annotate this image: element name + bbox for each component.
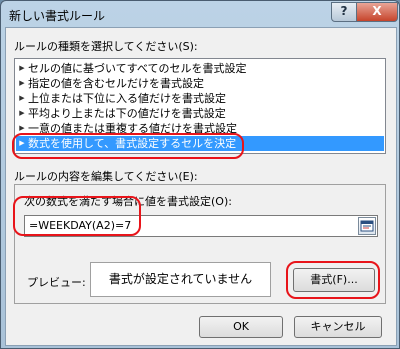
bullet-arrow-icon: ▶	[19, 94, 25, 102]
edit-rule-label: ルールの内容を編集してください(E):	[14, 170, 198, 183]
new-format-rule-dialog: 新しい書式ルール ? X ルールの種類を選択してください(S): ▶ セルの値に基…	[0, 0, 400, 349]
collapse-dialog-button[interactable]	[358, 217, 376, 235]
ok-button[interactable]: OK	[199, 316, 283, 338]
collapse-dialog-icon	[360, 220, 374, 232]
rule-type-item-label: 平均より上または下の値だけを書式設定	[28, 107, 226, 120]
cancel-button[interactable]: キャンセル	[294, 316, 382, 338]
selected-rule-highlight	[12, 133, 244, 159]
dialog-body: ルールの種類を選択してください(S): ▶ セルの値に基づいてすべてのセルを書式設…	[5, 27, 397, 346]
bullet-arrow-icon: ▶	[19, 64, 25, 72]
close-button[interactable]: X	[356, 2, 398, 22]
formula-highlight	[13, 196, 141, 236]
rule-type-label: ルールの種類を選択してください(S):	[14, 40, 198, 53]
title-bar: 新しい書式ルール ? X	[1, 1, 399, 27]
rule-type-item[interactable]: ▶ 上位または下位に入る値だけを書式設定	[16, 91, 384, 106]
rule-type-item[interactable]: ▶ 平均より上または下の値だけを書式設定	[16, 106, 384, 121]
rule-type-item-label: 指定の値を含むセルだけを書式設定	[28, 77, 204, 90]
preview-box: 書式が設定されていません	[90, 262, 271, 297]
bullet-arrow-icon: ▶	[19, 109, 25, 117]
preview-label: プレビュー:	[27, 276, 86, 289]
help-button[interactable]: ?	[331, 2, 357, 22]
dialog-title: 新しい書式ルール	[9, 9, 106, 23]
preview-text: 書式が設定されていません	[108, 272, 253, 286]
bullet-arrow-icon: ▶	[19, 79, 25, 87]
rule-type-item[interactable]: ▶ セルの値に基づいてすべてのセルを書式設定	[16, 61, 384, 76]
rule-type-item[interactable]: ▶ 指定の値を含むセルだけを書式設定	[16, 76, 384, 91]
format-button-highlight	[286, 261, 380, 299]
rule-type-item-label: セルの値に基づいてすべてのセルを書式設定	[28, 62, 247, 75]
rule-type-item-label: 上位または下位に入る値だけを書式設定	[28, 92, 226, 105]
